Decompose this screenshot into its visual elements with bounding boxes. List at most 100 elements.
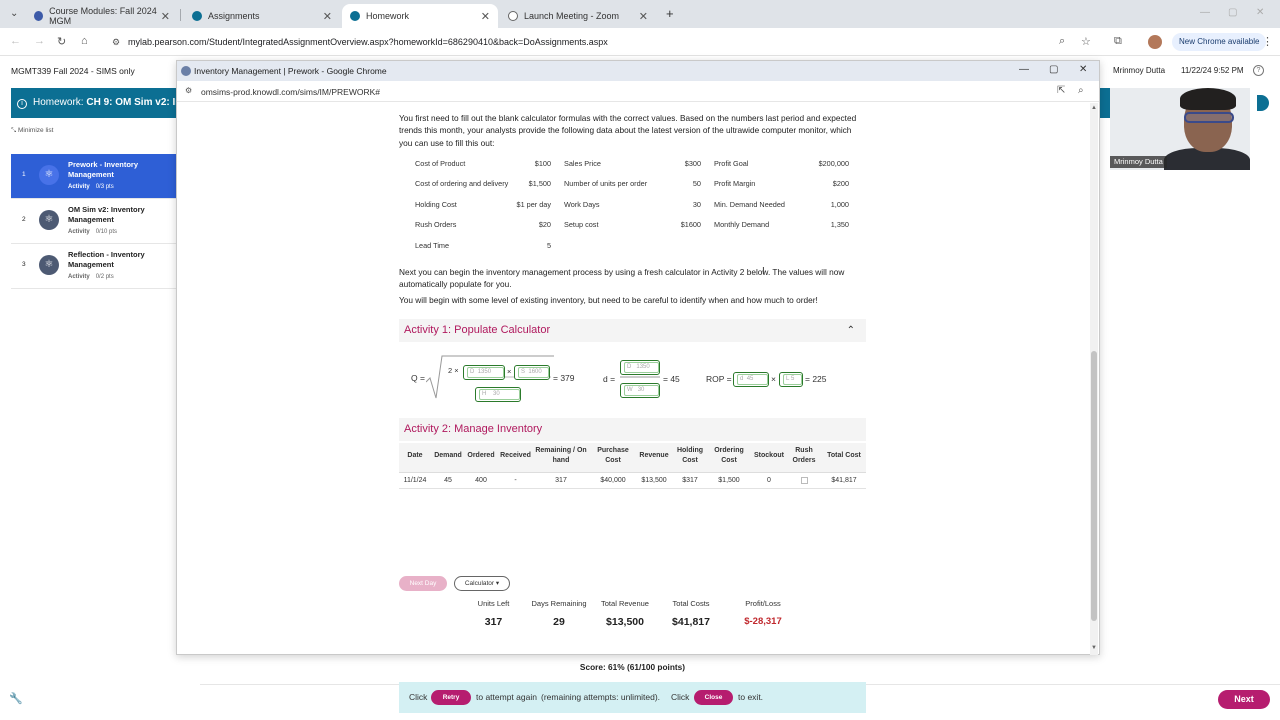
box-label: d [740, 376, 744, 382]
scrollbar[interactable]: ▲ ▼ [1090, 103, 1098, 655]
zoom-video-thumbnail[interactable]: Mrinmoy Dutta [1110, 88, 1250, 170]
list-item[interactable]: 2 ⚛ OM Sim v2: Inventory Management Acti… [11, 199, 177, 244]
lead-time-input[interactable]: L 5 [779, 372, 803, 387]
minimize-list-button[interactable]: ⤡ Minimize list [11, 127, 53, 135]
assignment-list: 1 ⚛ Prework - Inventory Management Activ… [11, 154, 177, 289]
back-arrow-icon[interactable]: ← [10, 35, 21, 47]
open-in-tab-icon[interactable]: ⇱ [1057, 85, 1065, 96]
close-icon[interactable]: ✕ [323, 10, 332, 23]
retry-button[interactable]: Retry [431, 690, 471, 705]
home-icon[interactable]: ⌂ [81, 35, 88, 47]
summary-label: Days Remaining [531, 599, 587, 608]
close-icon[interactable]: ✕ [161, 10, 170, 23]
monthly-demand-input[interactable]: D 1350 [620, 360, 660, 375]
new-chrome-available-button[interactable]: New Chrome available [1172, 33, 1267, 51]
list-item[interactable]: 3 ⚛ Reflection - Inventory Management Ac… [11, 244, 177, 289]
bookmark-star-icon[interactable]: ☆ [1081, 35, 1091, 48]
close-button[interactable]: Close [694, 690, 733, 705]
d-label: d = [603, 374, 616, 384]
summary-profit-loss: Profit/Loss $-28,317 [737, 599, 789, 627]
minimize-window-icon[interactable]: — [1019, 64, 1029, 75]
data-label: Cost of ordering and delivery [415, 179, 509, 188]
restore-window-icon[interactable]: ▢ [1228, 7, 1237, 18]
retry-bar: Click Retry to attempt again (remaining … [399, 682, 866, 713]
next-day-button[interactable]: Next Day [399, 576, 447, 591]
scrollbar-thumb[interactable] [1091, 351, 1097, 621]
data-row: Cost of Product $100 Sales Price $300 Pr… [399, 159, 867, 173]
box-value: 45 [746, 376, 754, 382]
help-icon[interactable]: ? [1253, 65, 1264, 76]
scroll-down-arrow-icon[interactable]: ▼ [1090, 645, 1098, 651]
simulation-popup-window: Inventory Management | Prework - Google … [176, 60, 1100, 713]
table-cell: - [514, 477, 517, 484]
tools-wrench-icon[interactable]: 🔧 [9, 692, 23, 705]
summary-value: $41,817 [672, 616, 710, 628]
holding-cost-input[interactable]: H 30 [475, 387, 521, 402]
close-icon[interactable]: ✕ [639, 10, 648, 23]
intro-paragraph: You first need to fill out the blank cal… [399, 113, 857, 148]
summary-total-revenue: Total Revenue $13,500 [595, 599, 655, 628]
pearson-favicon-icon [192, 11, 202, 21]
side-panel-toggle[interactable] [1257, 95, 1269, 111]
column-header: Date [407, 452, 423, 459]
scroll-up-arrow-icon[interactable]: ▲ [1090, 105, 1098, 111]
list-item[interactable]: 1 ⚛ Prework - Inventory Management Activ… [11, 154, 177, 199]
rush-order-checkbox[interactable] [789, 477, 819, 486]
site-info-icon[interactable]: ⚙ [185, 86, 192, 95]
popup-url[interactable]: omsims-prod.knowdl.com/sims/IM/PREWORK# [201, 87, 380, 97]
info-icon[interactable]: i [17, 99, 27, 109]
work-days-input[interactable]: W 30 [620, 383, 660, 398]
close-window-icon[interactable]: ✕ [1256, 7, 1264, 18]
next-button[interactable]: Next [1218, 690, 1270, 709]
browser-tab-strip: ⌄ Course Modules: Fall 2024 MGM ✕ Assign… [0, 0, 1280, 28]
column-header: Received [500, 452, 531, 459]
text-cursor-icon: I [762, 266, 765, 277]
tab-course-modules[interactable]: Course Modules: Fall 2024 MGM ✕ [26, 4, 178, 28]
tab-label: Homework [366, 11, 410, 21]
close-icon[interactable]: ✕ [481, 10, 490, 23]
profile-avatar[interactable] [1148, 35, 1162, 49]
tab-homework[interactable]: Homework ✕ [342, 4, 498, 28]
data-value: $200 [832, 179, 849, 188]
tab-zoom[interactable]: Launch Meeting - Zoom ✕ [500, 4, 656, 28]
minimize-window-icon[interactable]: — [1200, 7, 1210, 18]
close-window-icon[interactable]: ✕ [1079, 64, 1087, 75]
item-number: 1 [22, 171, 26, 178]
url-field[interactable]: ⚙ mylab.pearson.com/Student/IntegratedAs… [108, 33, 1068, 52]
demand-input[interactable]: D 1350 [463, 365, 505, 380]
column-header: Remaining / On hand [535, 447, 587, 464]
table-cell: $1,500 [718, 477, 740, 484]
setup-cost-input[interactable]: S 1600 [514, 365, 550, 380]
activity2-title: Activity 2: Manage Inventory [404, 423, 543, 435]
column-header: Ordered [467, 452, 495, 459]
times-symbol: × [771, 374, 776, 384]
tab-search-chevron-icon[interactable]: ⌄ [10, 8, 18, 19]
retry-text: to attempt again [476, 692, 537, 702]
new-tab-button[interactable]: + [666, 6, 674, 21]
extensions-icon[interactable]: ⧉ [1114, 35, 1122, 48]
site-info-icon[interactable]: ⚙ [112, 33, 120, 52]
activity1-header[interactable]: Activity 1: Populate Calculator ⌃ [399, 319, 866, 342]
daily-demand-input[interactable]: d 45 [733, 372, 769, 387]
homework-label: Homework: [33, 97, 84, 108]
zoom-search-icon[interactable]: ⌕ [1059, 35, 1065, 48]
tab-assignments[interactable]: Assignments ✕ [184, 4, 340, 28]
reload-icon[interactable]: ↻ [57, 35, 66, 48]
restore-window-icon[interactable]: ▢ [1049, 64, 1058, 75]
box-label: L [786, 376, 790, 382]
chevron-up-icon[interactable]: ⌃ [847, 319, 855, 342]
instructions-paragraph: Next you can begin the inventory managem… [399, 267, 845, 289]
course-name: MGMT339 Fall 2024 - SIMS only [11, 66, 135, 76]
date-time: 11/22/24 9:52 PM [1181, 66, 1244, 75]
table-cell: 400 [475, 477, 487, 484]
summary-label: Total Costs [672, 599, 710, 608]
box-label: W [627, 387, 633, 393]
data-label: Min. Demand Needed [714, 200, 785, 209]
calculator-dropdown-button[interactable]: Calculator ▾ [454, 576, 510, 591]
browser-menu-icon[interactable]: ⋮ [1262, 35, 1273, 48]
forward-arrow-icon[interactable]: → [34, 35, 45, 47]
zoom-search-icon[interactable]: ⌕ [1078, 85, 1084, 96]
data-label: Rush Orders [415, 220, 457, 229]
data-label: Setup cost [564, 220, 599, 229]
data-label: Monthly Demand [714, 220, 770, 229]
